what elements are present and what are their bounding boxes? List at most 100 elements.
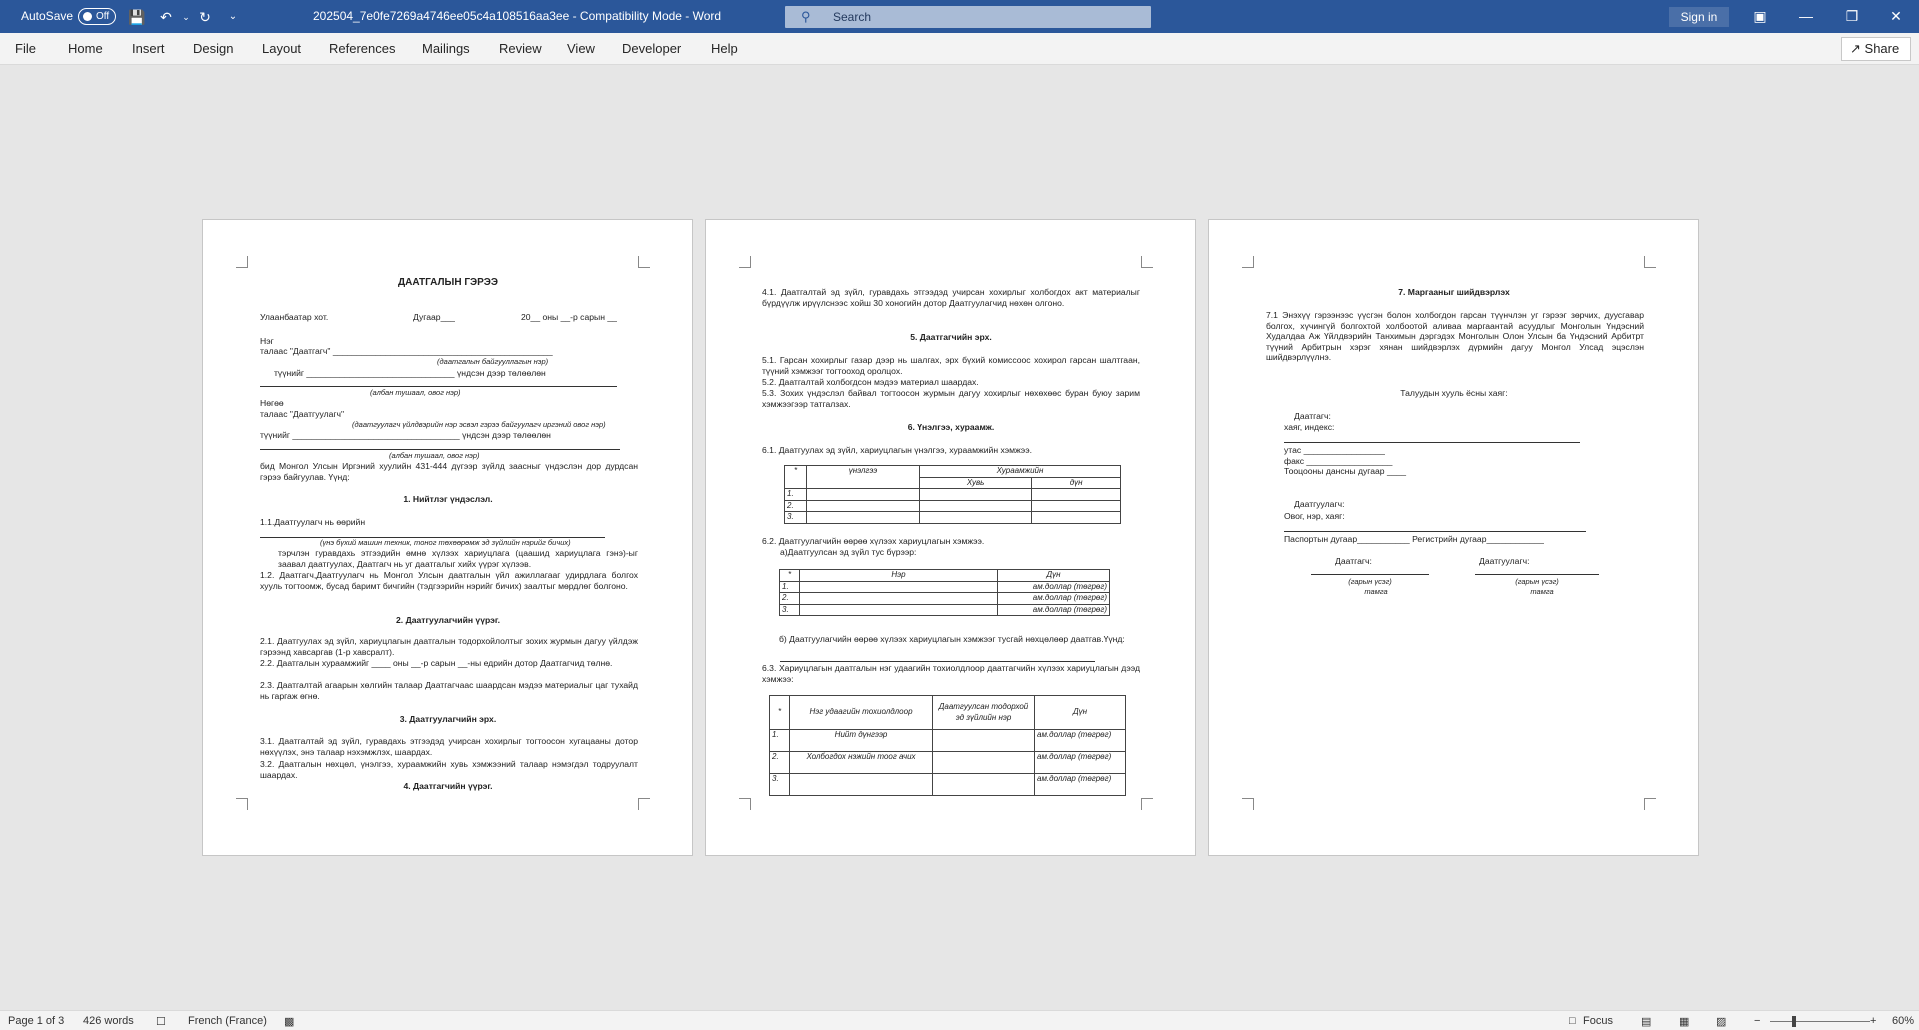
- party-line: Нэг: [260, 336, 274, 346]
- zoom-level[interactable]: 60%: [1892, 1015, 1914, 1027]
- language[interactable]: French (France): [188, 1015, 267, 1027]
- table-row: 2.: [784, 499, 1121, 512]
- crop-mark: [236, 798, 248, 810]
- crop-mark: [739, 256, 751, 268]
- table-header: Нэр: [799, 569, 998, 582]
- status-bar: Page 1 of 3 426 words ☐ French (France) …: [0, 1010, 1919, 1030]
- party-line: Нөгөө: [260, 398, 284, 408]
- table-cell: 3.: [784, 511, 807, 524]
- tab-insert[interactable]: Insert: [132, 41, 165, 56]
- tab-file[interactable]: File: [15, 41, 36, 56]
- minimize-icon[interactable]: —: [1783, 0, 1829, 33]
- table-cell: 2.: [784, 499, 807, 512]
- table-cell: ам.доллар (төгрөг): [997, 603, 1110, 616]
- share-button[interactable]: ↗ Share: [1841, 37, 1911, 61]
- party-hint: (даатгалын байгууллагын нэр): [437, 357, 549, 366]
- print-layout-icon[interactable]: ▦: [1679, 1015, 1689, 1028]
- table-header: *: [779, 569, 800, 582]
- restore-icon[interactable]: ❐: [1829, 0, 1875, 33]
- signature-line: [1475, 574, 1599, 575]
- word-count[interactable]: 426 words: [83, 1015, 134, 1027]
- clause: 2.3. Даатгалтай агаарын хөлгийн талаар Д…: [260, 680, 638, 701]
- search-placeholder: Search: [833, 10, 872, 24]
- insured-label: Даатгуулагч:: [1294, 499, 1345, 509]
- section-heading: 7. Маргааныг шийдвэрлэх: [1398, 287, 1510, 297]
- read-mode-icon[interactable]: ▤: [1641, 1015, 1651, 1028]
- clause: тэрчлэн гуравдахь этгээдийн өмнө хүлээх …: [278, 548, 638, 569]
- macro-icon[interactable]: ▩: [284, 1015, 294, 1028]
- tab-references[interactable]: References: [329, 41, 395, 56]
- blank-line: [260, 386, 617, 387]
- clause-hint: (үнэ бүхий машин техник, тоног төхөөрөмж…: [320, 538, 571, 547]
- customize-qat-icon[interactable]: ⌄: [223, 7, 243, 27]
- proofing-icon[interactable]: ☐: [156, 1015, 166, 1028]
- toggle-knob: [83, 12, 92, 21]
- table-cell: ам.доллар (төгрөг): [997, 580, 1110, 593]
- tab-review[interactable]: Review: [499, 41, 542, 56]
- table-header: *: [769, 695, 790, 730]
- search-box[interactable]: ⚲ Search: [785, 6, 1151, 28]
- clause: а)Даатгуулсан эд зүйл тус бүрээр:: [780, 547, 917, 557]
- zoom-out-icon[interactable]: −: [1754, 1015, 1760, 1027]
- stamp-label: тамга: [1364, 587, 1388, 596]
- table-header: Хувь: [918, 476, 1033, 489]
- tab-help[interactable]: Help: [711, 41, 738, 56]
- table-cell: 1.: [779, 580, 800, 593]
- table-header: дүн: [1031, 476, 1121, 489]
- focus-button[interactable]: Focus: [1583, 1015, 1613, 1027]
- sign-in-button[interactable]: Sign in: [1669, 7, 1729, 27]
- page-3[interactable]: 7. Маргааныг шийдвэрлэх 7.1 Энэхүү гэрээ…: [1208, 219, 1699, 856]
- page-1[interactable]: ДААТГАЛЫН ГЭРЭЭ Улаанбаатар хот. Дугаар_…: [202, 219, 693, 856]
- contract-number: Дугаар___: [413, 312, 455, 322]
- document-title: 202504_7e0fe7269a4746ee05c4a108516aa3ee …: [313, 9, 722, 23]
- clause: 6.3. Хариуцлагын даатгалын нэг удаагийн …: [762, 663, 1140, 684]
- table-cell: Холбогдох нэжийн тоог ачих: [789, 751, 933, 774]
- crop-mark: [1644, 798, 1656, 810]
- zoom-in-icon[interactable]: +: [1870, 1015, 1876, 1027]
- save-icon[interactable]: 💾: [127, 7, 147, 27]
- valuation-table: * үнэлгээ Хураамжийн Хувь дүн 1. 2. 3.: [784, 465, 1121, 524]
- web-layout-icon[interactable]: ▨: [1716, 1015, 1726, 1028]
- zoom-slider-thumb[interactable]: [1792, 1016, 1796, 1027]
- crop-mark: [236, 256, 248, 268]
- clause: 5.1. Гарсан хохирлыг газар дээр нь шалга…: [762, 355, 1140, 376]
- tab-developer[interactable]: Developer: [622, 41, 681, 56]
- tab-layout[interactable]: Layout: [262, 41, 301, 56]
- zoom-slider[interactable]: [1770, 1021, 1870, 1022]
- section-heading: 1. Нийтлэг үндэслэл.: [403, 494, 493, 504]
- autosave-toggle[interactable]: Off: [78, 8, 116, 25]
- table-header-row: * Нэг удаагийн тохиолдлоор Даатгуулсан т…: [769, 695, 1126, 730]
- section-heading: 2. Даатгуулагчийн үүрэг.: [396, 615, 500, 625]
- account-label: Тооцооны дансны дугаар ____: [1284, 466, 1407, 476]
- table-header-row: * Нэр Дүн: [779, 569, 1110, 582]
- tab-home[interactable]: Home: [68, 41, 103, 56]
- table-row: 1.: [784, 488, 1121, 501]
- ribbon-display-options-icon[interactable]: ▣: [1737, 0, 1783, 33]
- preamble: бид Монгол Улсын Иргэний хуулийн 431-444…: [260, 461, 638, 482]
- undo-icon[interactable]: ↶: [156, 7, 176, 27]
- crop-mark: [1141, 798, 1153, 810]
- close-icon[interactable]: ✕: [1873, 0, 1919, 33]
- table-cell: 2.: [769, 751, 790, 774]
- undo-dropdown-icon[interactable]: ⌄: [176, 7, 196, 27]
- section-heading: 6. Үнэлгээ, хураамж.: [907, 422, 995, 432]
- redo-icon[interactable]: ↻: [195, 7, 215, 27]
- table-cell: ам.доллар (төгрөг): [1034, 729, 1126, 752]
- section-heading: 4. Даатгагчийн үүрэг.: [403, 781, 493, 791]
- table-header: Нэг удаагийн тохиолдлоор: [789, 695, 933, 730]
- page-count[interactable]: Page 1 of 3: [8, 1015, 64, 1027]
- signature-note: (гарын үсэг): [1515, 577, 1559, 586]
- page-2[interactable]: 4.1. Даатгалтай эд зүйл, гуравдахь этгээ…: [705, 219, 1196, 856]
- table-header: *: [784, 465, 807, 489]
- tab-view[interactable]: View: [567, 41, 595, 56]
- focus-icon[interactable]: □: [1569, 1015, 1576, 1027]
- party-hint: (даатгуулагч үйлдвэрийн нэр эсвэл гэрээ …: [352, 420, 606, 429]
- ribbon-tabs: File Home Insert Design Layout Reference…: [0, 33, 1919, 65]
- name-address-label: Овог, нэр, хаяг:: [1284, 511, 1345, 521]
- crop-mark: [739, 798, 751, 810]
- clause: 2.1. Даатгуулах эд зүйл, хариуцлагын даа…: [260, 636, 638, 657]
- tab-design[interactable]: Design: [193, 41, 233, 56]
- party-line: талаас "Даатгагч" ______________________…: [260, 346, 553, 356]
- tab-mailings[interactable]: Mailings: [422, 41, 470, 56]
- address-label: хаяг, индекс:: [1284, 422, 1335, 432]
